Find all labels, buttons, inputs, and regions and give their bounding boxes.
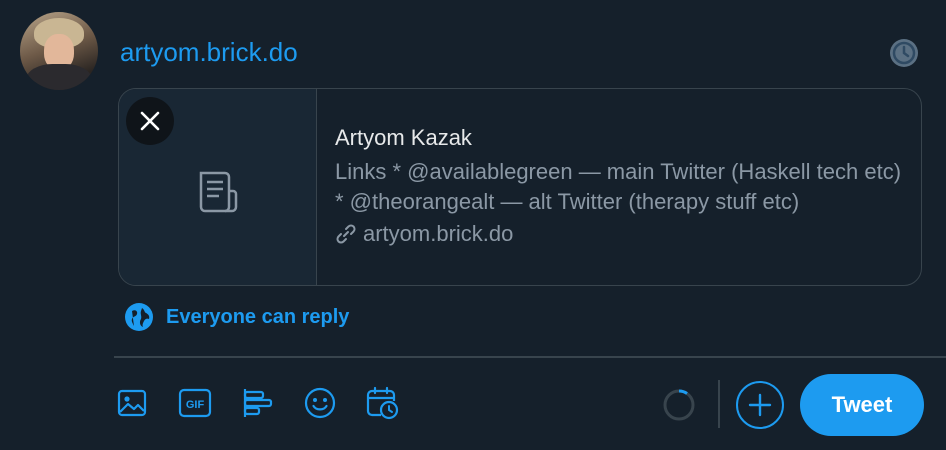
reply-setting-button[interactable]: Everyone can reply	[124, 302, 349, 332]
gif-icon-text: GIF	[186, 399, 205, 411]
toolbar-divider	[114, 356, 946, 358]
card-body: Artyom Kazak Links * @availablegreen — m…	[335, 123, 905, 249]
gif-icon: GIF	[178, 388, 212, 418]
remove-card-button[interactable]	[126, 97, 174, 145]
reply-setting-label: Everyone can reply	[166, 305, 350, 328]
toolbar-separator	[718, 380, 720, 428]
image-icon	[117, 389, 147, 417]
close-icon	[140, 111, 160, 131]
avatar-scarf	[26, 64, 92, 90]
tweet-text-input[interactable]: artyom.brick.do	[120, 34, 298, 70]
poll-icon	[243, 389, 273, 417]
user-avatar[interactable]	[20, 12, 98, 90]
character-count-ring	[663, 389, 695, 421]
poll-button[interactable]	[241, 386, 275, 420]
schedule-button[interactable]	[365, 386, 399, 420]
plus-icon	[748, 393, 772, 417]
link-icon	[336, 224, 356, 244]
gif-button[interactable]: GIF	[178, 386, 212, 420]
schedule-icon	[366, 386, 399, 420]
emoji-button[interactable]	[303, 386, 337, 420]
globe-icon	[125, 303, 153, 331]
add-tweet-button[interactable]	[736, 381, 784, 429]
link-preview-card[interactable]: Artyom Kazak Links * @availablegreen — m…	[118, 88, 922, 286]
card-domain: artyom.brick.do	[335, 219, 905, 249]
card-title: Artyom Kazak	[335, 125, 472, 150]
card-description: Links * @availablegreen — main Twitter (…	[335, 159, 902, 214]
card-domain-text: artyom.brick.do	[363, 221, 514, 246]
media-button[interactable]	[115, 386, 149, 420]
document-icon	[199, 171, 238, 213]
clock-icon	[890, 39, 918, 67]
tweet-button[interactable]: Tweet	[800, 374, 924, 436]
emoji-icon	[304, 387, 336, 419]
